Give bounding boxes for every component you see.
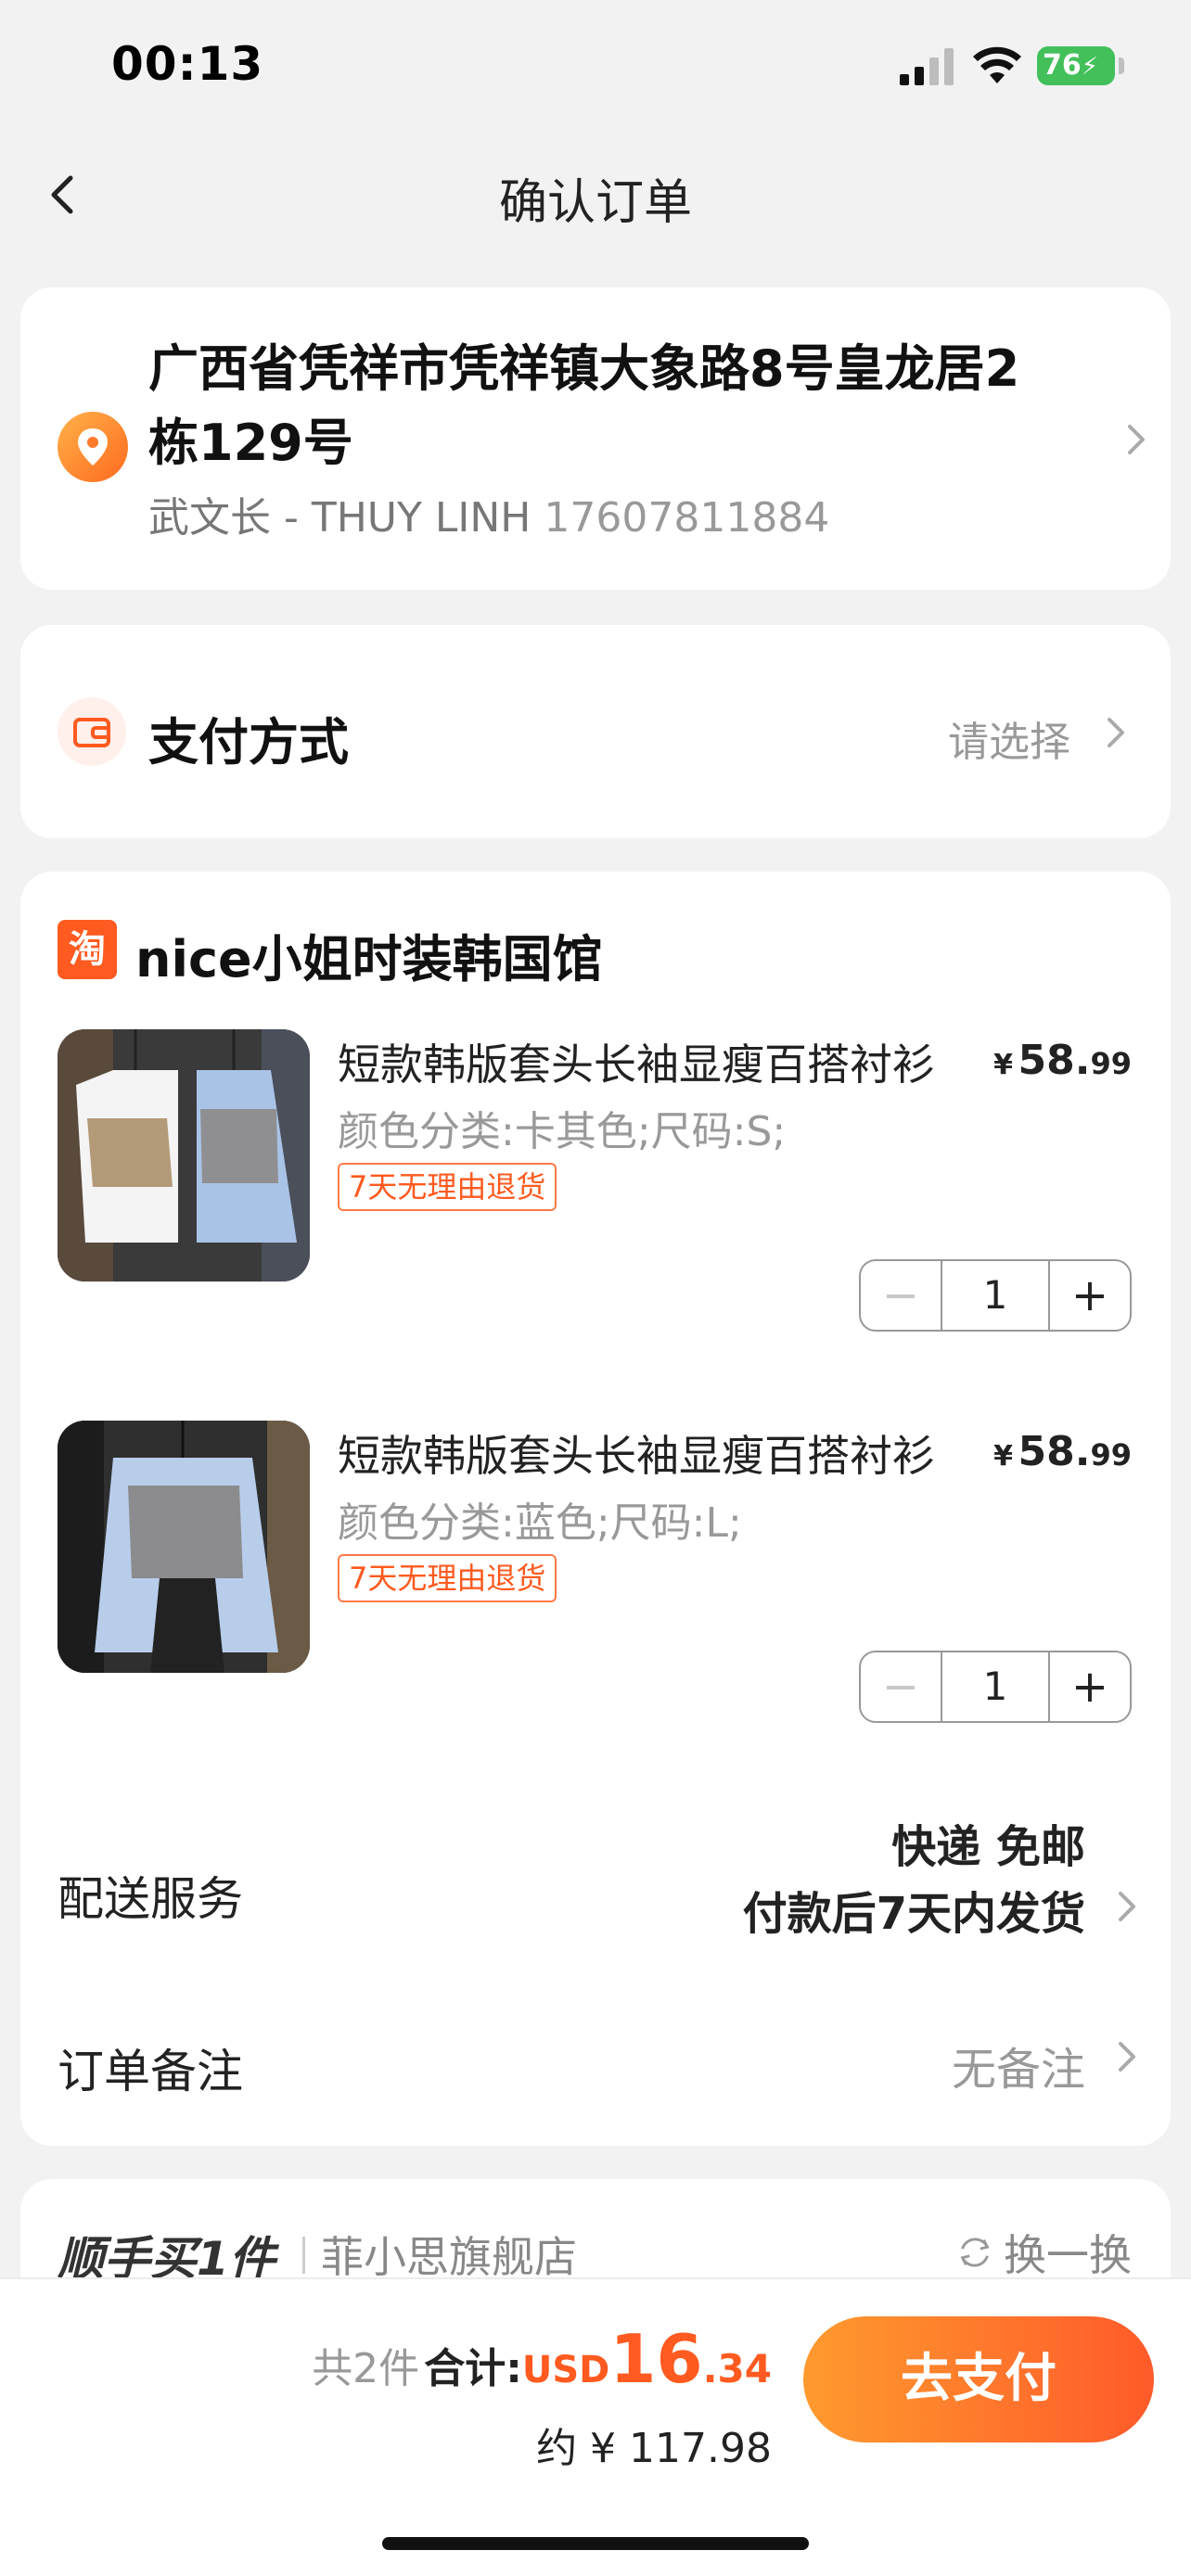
chevron-right-icon bbox=[1108, 718, 1124, 747]
product-image[interactable] bbox=[58, 1421, 310, 1673]
price-decimal: 99 bbox=[1090, 1437, 1132, 1473]
order-total: 共2件 合计:USD16.34 bbox=[312, 2320, 772, 2398]
price-integer: 58. bbox=[1018, 1428, 1091, 1475]
payment-method-card[interactable]: 支付方式 请选择 bbox=[20, 625, 1171, 838]
product-spec: 颜色分类:蓝色;尺码:L; bbox=[338, 1499, 742, 1547]
chevron-right-icon bbox=[1119, 2042, 1135, 2072]
chevron-right-icon bbox=[1119, 1892, 1135, 1921]
return-policy-badge: 7天无理由退货 bbox=[338, 1163, 557, 1211]
product-image[interactable] bbox=[58, 1029, 310, 1282]
increase-quantity-button[interactable]: + bbox=[1050, 1261, 1130, 1330]
shop-name[interactable]: nice小姐时装韩国馆 bbox=[135, 918, 603, 991]
price-currency: ¥ bbox=[993, 1049, 1013, 1081]
product-title[interactable]: 短款韩版套头长袖显瘦百搭衬衫 bbox=[338, 1422, 935, 1484]
recipient-name: 武文长 - THUY LINH bbox=[148, 494, 531, 542]
refresh-button[interactable]: 换一换 bbox=[954, 2222, 1132, 2283]
status-bar: 00:13 76⚡ bbox=[0, 0, 1191, 139]
order-note-label: 订单备注 bbox=[58, 2045, 243, 2098]
divider bbox=[302, 2237, 305, 2274]
total-label: 合计: bbox=[424, 2345, 522, 2392]
decrease-quantity-button[interactable]: − bbox=[861, 1652, 941, 1721]
item-count: 共2件 bbox=[312, 2345, 420, 2392]
quantity-value[interactable]: 1 bbox=[941, 1652, 1050, 1721]
refresh-icon bbox=[960, 2238, 990, 2267]
product-price: ¥ 58.99 bbox=[993, 1428, 1132, 1475]
cellular-signal-icon bbox=[900, 48, 954, 85]
order-item: 短款韩版套头长袖显瘦百搭衬衫 颜色分类:蓝色;尺码:L; 7天无理由退货 ¥ 5… bbox=[20, 1421, 1171, 1773]
recommend-store[interactable]: 菲小思旗舰店 bbox=[321, 2224, 577, 2285]
total-amount-decimal: .34 bbox=[702, 2346, 772, 2391]
quantity-value[interactable]: 1 bbox=[941, 1261, 1050, 1330]
home-indicator[interactable] bbox=[382, 2537, 809, 2550]
shipping-info: 快递 免邮 付款后7天内发货 bbox=[743, 1814, 1085, 1947]
return-policy-badge: 7天无理由退货 bbox=[338, 1554, 557, 1602]
battery-level: 76 bbox=[1043, 49, 1082, 82]
shipping-label: 配送服务 bbox=[58, 1872, 243, 1926]
wallet-icon bbox=[58, 697, 126, 766]
nav-bar: 确认订单 bbox=[0, 139, 1191, 254]
status-time: 00:13 bbox=[111, 37, 264, 91]
quantity-stepper: − 1 + bbox=[859, 1651, 1132, 1723]
order-item: 短款韩版套头长袖显瘦百搭衬衫 颜色分类:卡其色;尺码:S; 7天无理由退货 ¥ … bbox=[20, 1029, 1171, 1382]
price-decimal: 99 bbox=[1090, 1046, 1132, 1081]
approx-cny-total: 约 ¥ 117.98 bbox=[536, 2425, 772, 2472]
charging-bolt-icon: ⚡ bbox=[1081, 53, 1099, 81]
recipient-info: 武文长 - THUY LINH 17607811884 bbox=[148, 484, 829, 543]
address-card[interactable]: 广西省凭祥市凭祥镇大象路8号皇龙居2栋129号 武文长 - THUY LINH … bbox=[20, 287, 1171, 590]
payment-method-value: 请选择 bbox=[948, 719, 1070, 766]
price-currency: ¥ bbox=[993, 1440, 1013, 1473]
increase-quantity-button[interactable]: + bbox=[1050, 1652, 1130, 1721]
shop-order-card: 淘 nice小姐时装韩国馆 短款韩版套头长袖显瘦百搭衬衫 颜色分类:卡其色;尺码… bbox=[20, 872, 1171, 2146]
payment-method-label: 支付方式 bbox=[148, 713, 349, 772]
refresh-label: 换一换 bbox=[1004, 2230, 1132, 2280]
product-spec: 颜色分类:卡其色;尺码:S; bbox=[338, 1108, 787, 1155]
quantity-stepper: − 1 + bbox=[859, 1259, 1132, 1332]
battery-icon: 76⚡ bbox=[1037, 46, 1115, 85]
chevron-right-icon bbox=[1128, 425, 1145, 454]
pay-button[interactable]: 去支付 bbox=[803, 2316, 1154, 2442]
wifi-icon bbox=[973, 46, 1021, 83]
location-pin-icon bbox=[58, 412, 128, 482]
total-currency: USD bbox=[521, 2349, 610, 2391]
page-title: 确认订单 bbox=[498, 175, 692, 231]
order-note-value: 无备注 bbox=[951, 2044, 1085, 2096]
address-line: 广西省凭祥市凭祥镇大象路8号皇龙居2栋129号 bbox=[148, 339, 1020, 472]
battery-cap bbox=[1119, 57, 1124, 74]
decrease-quantity-button[interactable]: − bbox=[861, 1261, 941, 1330]
total-amount-integer: 16 bbox=[609, 2320, 703, 2398]
product-title[interactable]: 短款韩版套头长袖显瘦百搭衬衫 bbox=[338, 1031, 935, 1092]
checkout-bar: 共2件 合计:USD16.34 约 ¥ 117.98 去支付 bbox=[0, 2277, 1191, 2576]
shipping-time: 付款后7天内发货 bbox=[742, 1888, 1085, 1940]
recipient-phone: 17607811884 bbox=[544, 494, 830, 542]
shipping-method: 快递 免邮 bbox=[891, 1821, 1085, 1873]
price-integer: 58. bbox=[1018, 1037, 1091, 1084]
taobao-logo-icon: 淘 bbox=[58, 920, 117, 979]
product-price: ¥ 58.99 bbox=[993, 1037, 1132, 1084]
